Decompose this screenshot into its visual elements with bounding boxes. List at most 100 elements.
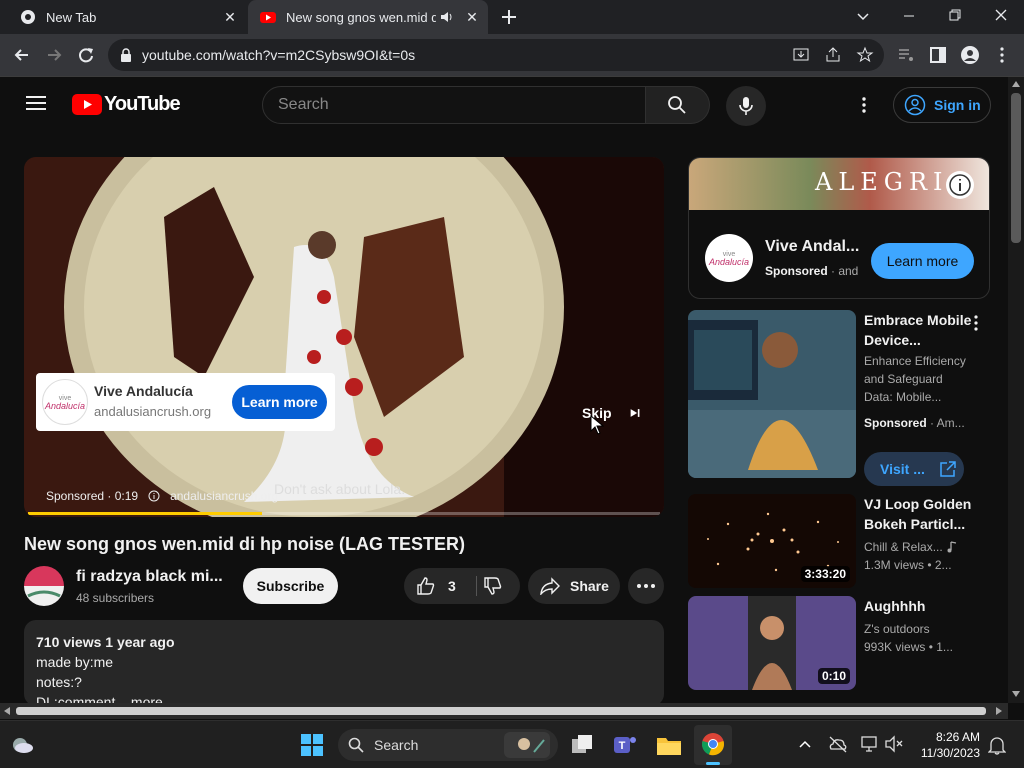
- notification-bell-icon[interactable]: [988, 735, 1006, 755]
- more-actions-button[interactable]: [628, 568, 664, 604]
- vertical-scrollbar[interactable]: [1008, 77, 1024, 703]
- visit-button[interactable]: Visit ...: [864, 452, 964, 486]
- recommendation-channel[interactable]: Chill & Relax...: [864, 540, 943, 554]
- description-box[interactable]: 710 views 1 year ago made by:me notes:? …: [24, 620, 664, 710]
- info-icon[interactable]: [148, 490, 160, 502]
- task-view-icon[interactable]: [570, 733, 594, 757]
- recommendation-item[interactable]: 0:10 Aughhhh Z's outdoors 993K views • 1…: [688, 596, 1008, 690]
- reload-icon[interactable]: [76, 45, 96, 65]
- search-placeholder: Search: [278, 96, 329, 113]
- file-explorer-icon[interactable]: [656, 733, 682, 757]
- learn-more-button[interactable]: Learn more: [232, 385, 327, 419]
- sponsored-label: Sponsored: [765, 264, 828, 278]
- recommendation-title[interactable]: Aughhhh: [864, 596, 974, 616]
- share-page-icon[interactable]: [824, 46, 842, 64]
- learn-more-button[interactable]: Learn more: [871, 243, 974, 279]
- new-tab-icon[interactable]: [501, 9, 517, 25]
- sign-in-label: Sign in: [934, 97, 981, 113]
- skip-ad-button[interactable]: Skip: [570, 395, 640, 431]
- hamburger-menu-icon[interactable]: [26, 95, 46, 111]
- youtube-logo[interactable]: YouTube: [72, 92, 181, 115]
- bookmark-star-icon[interactable]: [856, 46, 874, 64]
- search-button[interactable]: [646, 86, 710, 124]
- address-bar[interactable]: youtube.com/watch?v=m2CSybsw9OI&t=0s: [108, 39, 884, 71]
- like-count: 3: [448, 578, 456, 594]
- scroll-left-icon[interactable]: [4, 707, 10, 715]
- horizontal-scrollbar[interactable]: [0, 703, 1008, 719]
- ad-overlay-card[interactable]: vive Andalucía Vive Andalucía andalusianc…: [36, 373, 335, 431]
- tab-new-tab[interactable]: New Tab ✕: [8, 0, 246, 34]
- like-button[interactable]: 3: [404, 568, 476, 604]
- recommendation-channel[interactable]: Z's outdoors: [864, 622, 974, 636]
- close-window-icon[interactable]: [994, 8, 1008, 22]
- description-line: notes:?: [36, 674, 82, 690]
- visit-label: Visit ...: [880, 461, 925, 477]
- channel-avatar[interactable]: [24, 566, 64, 606]
- recommendation-title[interactable]: Embrace Mobile Device...: [864, 310, 974, 350]
- description-line: made by:me: [36, 654, 114, 670]
- minimize-icon[interactable]: [902, 9, 916, 23]
- account-icon: [904, 94, 926, 116]
- share-button[interactable]: Share: [528, 568, 620, 604]
- ad-progress-bar[interactable]: [28, 512, 660, 515]
- speaker-icon[interactable]: [440, 10, 454, 24]
- profile-icon[interactable]: [960, 45, 980, 65]
- taskbar-search[interactable]: Search: [338, 729, 558, 761]
- video-player[interactable]: vive Andalucía Vive Andalucía andalusianc…: [24, 157, 664, 517]
- browser-menu-icon[interactable]: [992, 45, 1012, 65]
- search-input[interactable]: Search: [262, 86, 646, 124]
- restore-icon[interactable]: [948, 8, 962, 22]
- onedrive-off-icon[interactable]: [828, 735, 848, 753]
- ad-info-icon[interactable]: [945, 170, 975, 200]
- search-icon: [668, 96, 686, 114]
- side-panel-icon[interactable]: [928, 45, 948, 65]
- share-arrow-icon: [540, 577, 560, 595]
- close-tab-icon[interactable]: ✕: [222, 9, 238, 25]
- chevron-up-icon[interactable]: [798, 739, 812, 749]
- windows-taskbar: Search T 8:26 AM 11/30/2023: [0, 720, 1024, 768]
- chrome-taskbar-button[interactable]: [694, 725, 732, 765]
- forward-icon[interactable]: [44, 45, 64, 65]
- media-control-icon[interactable]: [896, 45, 916, 65]
- tab-youtube[interactable]: New song gnos wen.mid di ✕: [248, 0, 488, 34]
- dislike-button[interactable]: [477, 568, 520, 604]
- chevron-down-icon[interactable]: [856, 9, 870, 23]
- weather-icon[interactable]: [10, 735, 34, 755]
- scroll-right-icon[interactable]: [996, 707, 1002, 715]
- scroll-up-icon[interactable]: [1012, 81, 1020, 87]
- video-thumbnail[interactable]: [688, 310, 856, 478]
- recommendation-sponsored[interactable]: Embrace Mobile Device... Enhance Efficie…: [688, 310, 1008, 486]
- voice-search-button[interactable]: [726, 86, 766, 126]
- sidebar-ad[interactable]: ALEGRIA vive Andalucía Vive Andal... Spon…: [688, 157, 990, 299]
- video-thumbnail[interactable]: 3:33:20: [688, 494, 856, 588]
- taskbar-clock[interactable]: 8:26 AM 11/30/2023: [910, 729, 980, 761]
- ad-domain[interactable]: andalusiancrush.org: [170, 489, 278, 503]
- microphone-icon: [739, 97, 753, 115]
- channel-name[interactable]: fi radzya black mi...: [76, 568, 223, 586]
- settings-more-icon[interactable]: [856, 95, 872, 115]
- youtube-logo-text: YouTube: [104, 92, 181, 115]
- advertiser-url[interactable]: andalusiancrush.org: [94, 404, 211, 419]
- sign-in-button[interactable]: Sign in: [893, 87, 991, 123]
- install-icon[interactable]: [792, 46, 810, 64]
- network-icon[interactable]: [860, 735, 880, 753]
- like-dislike-bar: 3: [404, 568, 520, 604]
- recommendation-meta: · Am...: [926, 416, 965, 430]
- video-frame: [24, 157, 664, 517]
- recommendation-title[interactable]: VJ Loop Golden Bokeh Particl...: [864, 494, 974, 534]
- volume-muted-icon[interactable]: [884, 735, 904, 753]
- ad-info-bar: Sponsored · 0:19 andalusiancrush.org: [46, 489, 278, 503]
- vertical-scroll-thumb[interactable]: [1011, 93, 1021, 243]
- windows-start-icon[interactable]: [300, 733, 324, 757]
- scroll-down-icon[interactable]: [1012, 691, 1020, 697]
- item-menu-icon[interactable]: [970, 314, 982, 332]
- teams-icon[interactable]: T: [612, 733, 638, 757]
- subscribe-button[interactable]: Subscribe: [243, 568, 338, 604]
- tab-title: New song gnos wen.mid di: [286, 9, 436, 25]
- back-icon[interactable]: [12, 45, 32, 65]
- close-tab-icon[interactable]: ✕: [464, 9, 480, 25]
- recommendation-item[interactable]: 3:33:20 VJ Loop Golden Bokeh Particl... …: [688, 494, 1008, 588]
- horizontal-scroll-thumb[interactable]: [16, 707, 986, 715]
- video-thumbnail[interactable]: 0:10: [688, 596, 856, 690]
- share-label: Share: [570, 578, 609, 594]
